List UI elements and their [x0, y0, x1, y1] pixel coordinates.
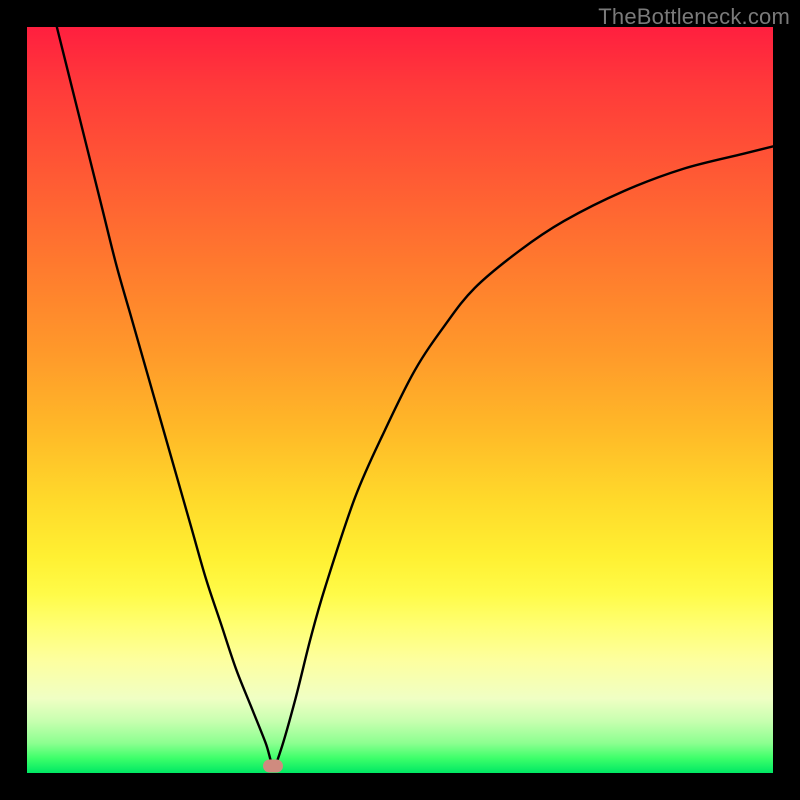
bottleneck-curve	[27, 27, 773, 773]
chart-frame: TheBottleneck.com	[0, 0, 800, 800]
optimal-marker	[263, 759, 283, 772]
plot-area	[27, 27, 773, 773]
plot-inner	[27, 27, 773, 773]
watermark-text: TheBottleneck.com	[598, 4, 790, 30]
